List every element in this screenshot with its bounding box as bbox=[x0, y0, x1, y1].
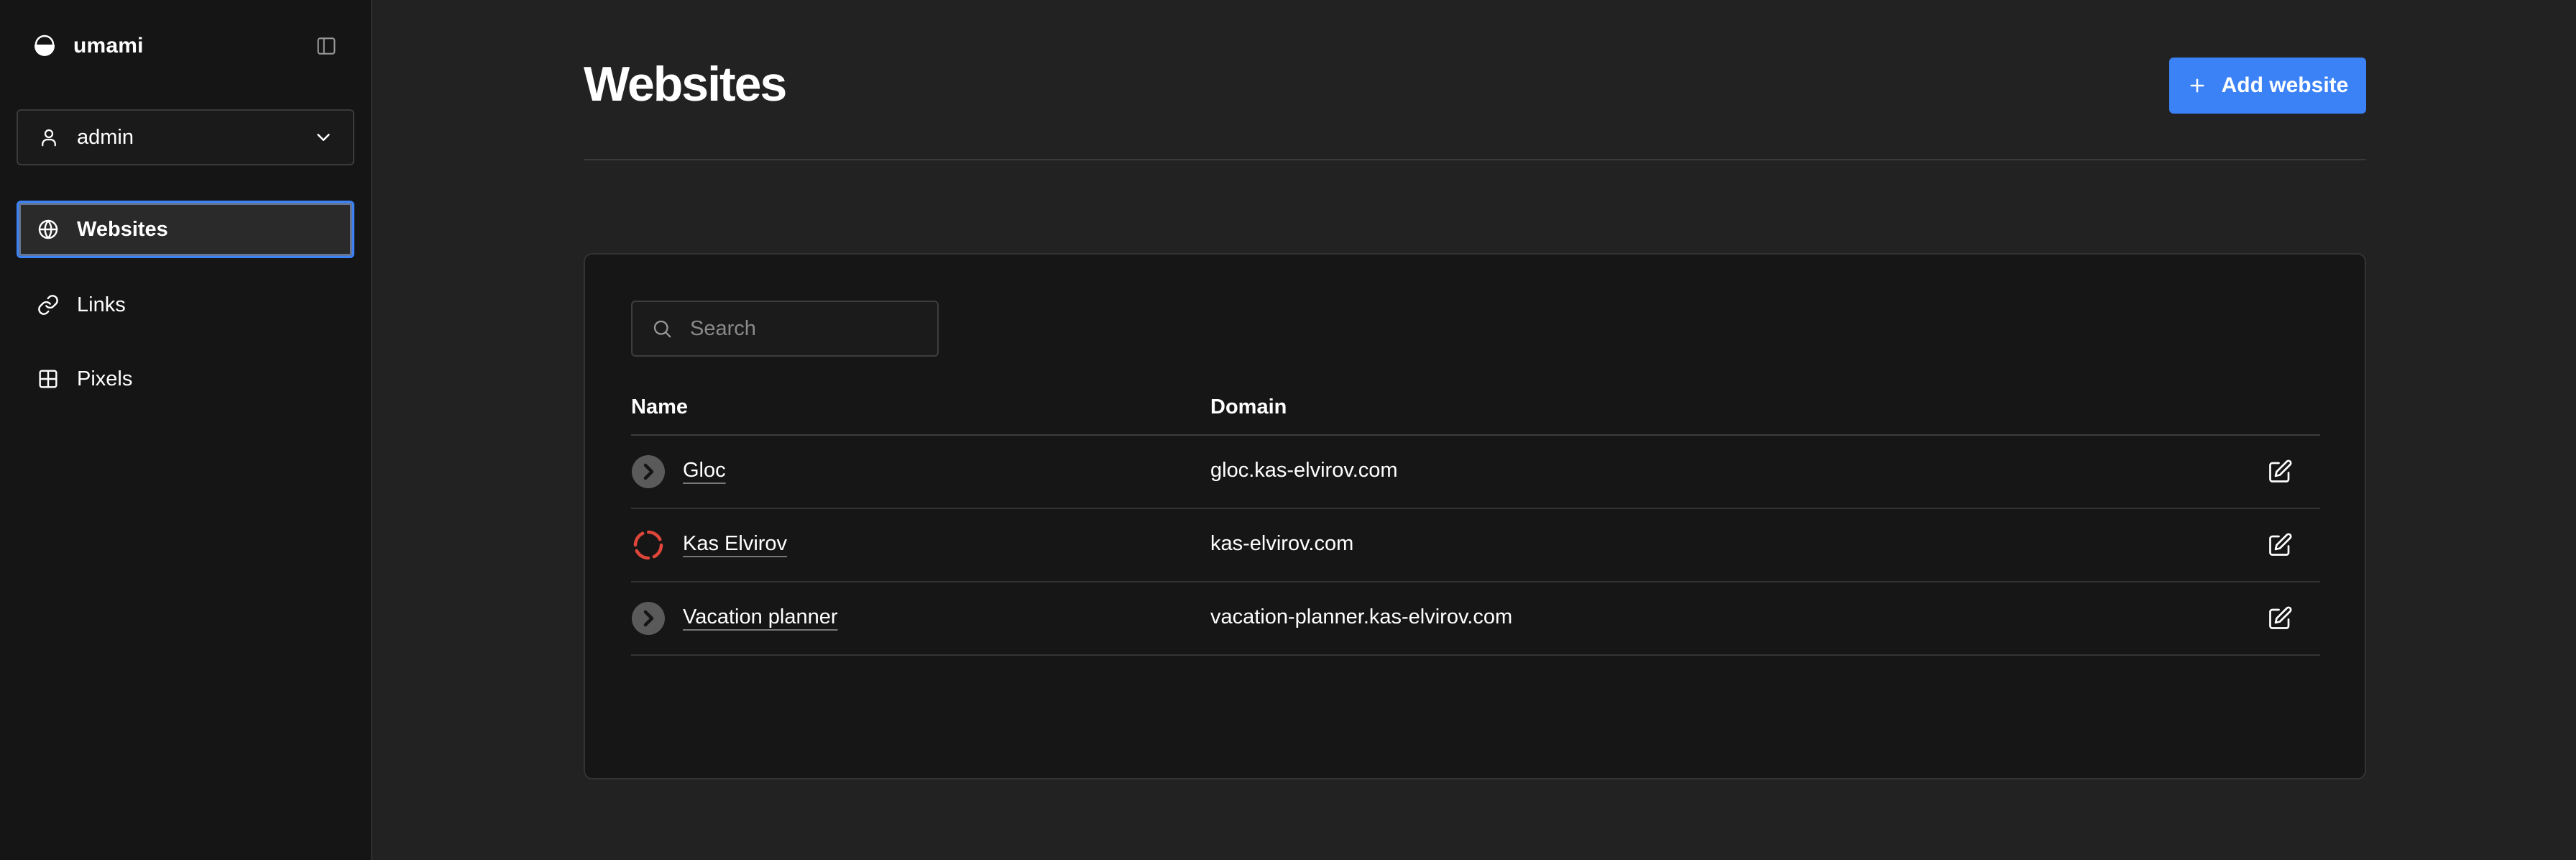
sidebar-item-label: Pixels bbox=[77, 367, 133, 390]
sidebar: umami admin Websites Links Pixels bbox=[0, 0, 372, 860]
table-row: Gloc gloc.kas-elvirov.com bbox=[631, 436, 2320, 509]
sidebar-item-label: Links bbox=[77, 293, 126, 316]
search-input[interactable] bbox=[689, 316, 933, 342]
table-header: Name Domain bbox=[631, 391, 2320, 436]
user-dropdown-label: admin bbox=[77, 125, 134, 149]
add-website-button[interactable]: Add website bbox=[2169, 58, 2366, 114]
search-box[interactable] bbox=[631, 301, 939, 357]
grid-icon bbox=[39, 370, 58, 388]
website-domain: kas-elvirov.com bbox=[1210, 532, 1354, 555]
user-icon bbox=[42, 129, 56, 147]
edit-icon[interactable] bbox=[2267, 532, 2293, 558]
add-website-label: Add website bbox=[2221, 73, 2349, 97]
column-header-domain: Domain bbox=[1210, 395, 1287, 418]
edit-icon[interactable] bbox=[2267, 605, 2293, 631]
chevron-right-icon[interactable] bbox=[631, 601, 666, 636]
table-row: Vacation planner vacation-planner.kas-el… bbox=[631, 582, 2320, 656]
globe-icon bbox=[38, 219, 58, 239]
page-title: Websites bbox=[584, 57, 787, 111]
sidebar-item-label: Websites bbox=[77, 217, 168, 241]
website-name-link[interactable]: Kas Elvirov bbox=[683, 532, 787, 556]
website-domain: gloc.kas-elvirov.com bbox=[1210, 459, 1398, 482]
brand[interactable]: umami bbox=[33, 30, 144, 62]
main-content: Websites Add website Name Domain Glo bbox=[374, 0, 2576, 860]
link-icon bbox=[38, 295, 58, 315]
header-divider bbox=[584, 159, 2366, 160]
sidebar-item-websites[interactable]: Websites bbox=[17, 201, 354, 258]
sidebar-collapse-button[interactable] bbox=[313, 33, 339, 59]
chevron-right-icon[interactable] bbox=[631, 454, 666, 489]
brand-name: umami bbox=[73, 34, 144, 58]
website-name-link[interactable]: Vacation planner bbox=[683, 605, 838, 629]
plus-icon bbox=[2190, 78, 2204, 93]
chevron-down-icon bbox=[317, 134, 330, 141]
column-header-name: Name bbox=[631, 395, 688, 418]
table-row: Kas Elvirov kas-elvirov.com bbox=[631, 509, 2320, 582]
website-name-link[interactable]: Gloc bbox=[683, 459, 726, 482]
umami-logo-icon bbox=[34, 35, 55, 56]
sidebar-toggle-icon bbox=[317, 37, 336, 55]
websites-card: Name Domain Gloc gloc.kas-elvirov.com Ka… bbox=[584, 253, 2366, 779]
website-domain: vacation-planner.kas-elvirov.com bbox=[1210, 605, 1513, 628]
search-icon bbox=[653, 320, 671, 338]
sidebar-item-links[interactable]: Links bbox=[17, 276, 354, 334]
loading-spinner-icon bbox=[633, 530, 663, 560]
edit-icon[interactable] bbox=[2267, 459, 2293, 485]
user-dropdown[interactable]: admin bbox=[17, 109, 354, 165]
sidebar-item-pixels[interactable]: Pixels bbox=[17, 350, 354, 408]
